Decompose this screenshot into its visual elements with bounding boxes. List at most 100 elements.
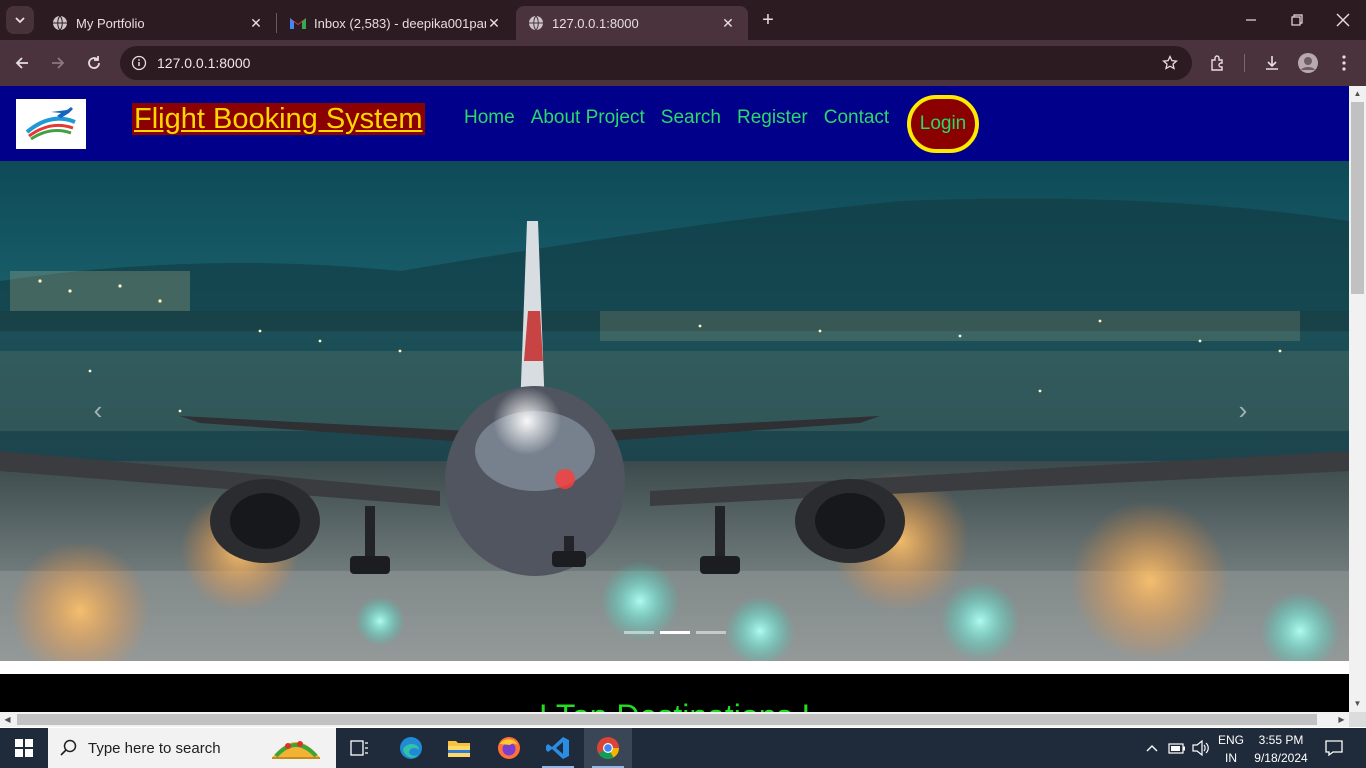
login-button[interactable]: Login — [907, 95, 979, 153]
destinations-section: I Top Destinations I — [0, 674, 1349, 712]
taskbar-edge[interactable] — [387, 728, 435, 768]
scroll-right-arrow-icon[interactable]: ▶ — [1337, 715, 1346, 724]
page-viewport: Flight Booking System Home About Project… — [0, 86, 1349, 712]
browser-toolbar: 127.0.0.1:8000 — [0, 40, 1366, 86]
minimize-button[interactable] — [1228, 0, 1274, 40]
toolbar-divider — [1244, 54, 1245, 72]
language-code: ENG — [1217, 733, 1244, 747]
carousel-prev-button[interactable]: ‹ — [86, 395, 110, 425]
clock-time: 3:55 PM — [1258, 733, 1304, 747]
language-indicator[interactable]: ENG IN — [1214, 731, 1248, 767]
section-title: I Top Destinations I — [0, 698, 1349, 712]
tray-overflow-button[interactable] — [1142, 728, 1162, 768]
site-title[interactable]: Flight Booking System — [132, 103, 425, 135]
volume-icon[interactable] — [1190, 728, 1212, 768]
task-view-icon — [350, 740, 368, 756]
extensions-icon[interactable] — [1207, 52, 1229, 74]
window-close-button[interactable] — [1320, 0, 1366, 40]
globe-icon — [52, 15, 68, 31]
bookmark-star-icon[interactable] — [1160, 53, 1180, 73]
carousel-indicator[interactable] — [624, 631, 654, 634]
edge-icon — [400, 737, 422, 759]
windows-logo-icon — [15, 739, 33, 757]
airplane-logo-icon — [25, 107, 76, 141]
taskbar-vscode[interactable] — [534, 728, 582, 768]
tab-title: My Portfolio — [76, 15, 145, 31]
carousel-indicator-active[interactable] — [660, 631, 690, 634]
vscode-icon — [546, 737, 569, 759]
back-button[interactable] — [8, 49, 36, 77]
task-view-button[interactable] — [336, 728, 384, 768]
nav-home[interactable]: Home — [464, 106, 515, 130]
tab-title: Inbox (2,583) - deepika001pand — [314, 15, 486, 31]
notifications-button[interactable] — [1320, 728, 1348, 768]
download-icon[interactable] — [1261, 52, 1283, 74]
carousel-indicator[interactable] — [696, 631, 726, 634]
taskbar-file-explorer[interactable] — [435, 728, 483, 768]
tab-title: 127.0.0.1:8000 — [552, 15, 639, 31]
nav-register[interactable]: Register — [737, 106, 808, 130]
profile-avatar[interactable] — [1297, 52, 1319, 74]
arrow-right-icon — [52, 57, 65, 69]
nav-search[interactable]: Search — [661, 106, 721, 130]
close-icon[interactable]: ✕ — [720, 15, 736, 31]
tab-my-portfolio[interactable]: My Portfolio ✕ — [40, 6, 276, 40]
reload-button[interactable] — [80, 49, 108, 77]
region-code: IN — [1225, 751, 1237, 765]
taskbar-chrome[interactable] — [584, 728, 632, 768]
site-header: Flight Booking System Home About Project… — [0, 86, 1349, 161]
address-bar[interactable]: 127.0.0.1:8000 — [120, 46, 1192, 80]
carousel-indicators — [624, 631, 726, 634]
minimize-icon — [1246, 19, 1256, 21]
forward-button[interactable] — [44, 49, 72, 77]
main-nav: Home About Project Search Register Conta… — [464, 106, 889, 130]
scroll-up-arrow-icon[interactable]: ▲ — [1353, 89, 1362, 98]
nav-contact[interactable]: Contact — [824, 106, 889, 130]
search-icon — [60, 739, 77, 756]
close-icon — [1336, 13, 1350, 27]
notification-icon — [1325, 740, 1343, 757]
start-button[interactable] — [0, 728, 48, 768]
globe-icon — [528, 15, 544, 31]
taskbar-firefox[interactable] — [485, 728, 533, 768]
url-text: 127.0.0.1:8000 — [157, 55, 251, 71]
scroll-left-arrow-icon[interactable]: ◀ — [3, 715, 12, 724]
site-logo[interactable] — [16, 99, 86, 149]
hero-carousel: ‹ › — [0, 161, 1349, 661]
clock[interactable]: 3:55 PM 9/18/2024 — [1250, 731, 1312, 767]
tab-search-button[interactable] — [6, 6, 34, 34]
hero-airplane-image — [0, 161, 1349, 661]
new-tab-button[interactable]: + — [756, 8, 780, 32]
scrollbar-corner — [1349, 712, 1366, 727]
tab-divider — [276, 13, 277, 33]
taco-search-highlight-icon — [272, 741, 320, 759]
browser-tab-bar: My Portfolio ✕ Inbox (2,583) - deepika00… — [0, 0, 1366, 40]
battery-icon[interactable] — [1166, 728, 1188, 768]
chevron-down-icon — [15, 17, 25, 24]
search-placeholder: Type here to search — [88, 740, 221, 757]
scroll-down-arrow-icon[interactable]: ▼ — [1353, 699, 1362, 708]
carousel-next-button[interactable]: › — [1231, 395, 1255, 425]
file-explorer-icon — [448, 741, 470, 757]
windows-taskbar: Type here to search ENG IN 3:55 PM 9/18/… — [0, 728, 1366, 768]
scrollbar-thumb[interactable] — [17, 714, 1317, 725]
horizontal-scrollbar[interactable]: ◀ ▶ — [0, 712, 1349, 727]
chevron-up-icon — [1146, 745, 1158, 752]
taskbar-search-box[interactable]: Type here to search — [48, 728, 336, 768]
reload-icon — [88, 56, 100, 69]
restore-icon — [1291, 14, 1303, 26]
vertical-scrollbar[interactable]: ▲ ▼ — [1349, 86, 1366, 712]
tab-gmail-inbox[interactable]: Inbox (2,583) - deepika001pand ✕ — [278, 6, 514, 40]
gmail-icon — [290, 15, 306, 31]
close-icon[interactable]: ✕ — [248, 15, 264, 31]
restore-button[interactable] — [1274, 0, 1320, 40]
nav-about-project[interactable]: About Project — [531, 106, 645, 130]
scrollbar-thumb[interactable] — [1351, 102, 1364, 294]
info-icon[interactable] — [130, 54, 148, 72]
menu-dots-icon[interactable] — [1333, 52, 1355, 74]
clock-date: 9/18/2024 — [1254, 751, 1308, 765]
arrow-left-icon — [15, 57, 28, 69]
close-icon[interactable]: ✕ — [486, 15, 502, 31]
tab-localhost[interactable]: 127.0.0.1:8000 ✕ — [516, 6, 748, 40]
chrome-icon — [597, 737, 619, 759]
